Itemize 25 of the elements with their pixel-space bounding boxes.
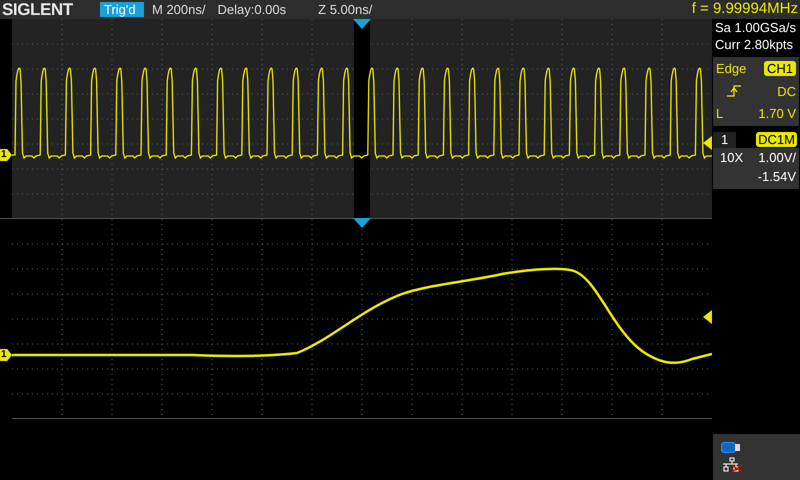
trigger-coupling: DC xyxy=(777,82,796,100)
delay-label: Delay:0.00s xyxy=(217,0,286,19)
trigger-level-icon xyxy=(703,310,712,324)
level-label: L xyxy=(716,105,724,123)
channel-marker: 1 xyxy=(0,149,12,161)
trigger-panel[interactable]: Edge CH1 DC L 1.70 V xyxy=(713,57,799,126)
zoom-timebase-label: Z 5.00ns/ xyxy=(318,0,372,19)
vertical-offset: -1.54V xyxy=(758,168,797,186)
trigger-level-readout: 1.70 V xyxy=(758,105,796,123)
trigger-status: Trig'd xyxy=(100,2,144,17)
memory-depth-readout: Curr 2.80kpts xyxy=(714,36,794,53)
sample-rate-readout: Sa 1.00GSa/s xyxy=(714,19,797,36)
vertical-scale: 1.00V/ xyxy=(758,148,796,166)
channel-coupling: DC1M xyxy=(756,132,797,147)
rising-edge-icon xyxy=(726,84,742,98)
trigger-source: CH1 xyxy=(764,61,796,76)
brand-logo: SIGLENT xyxy=(1,0,74,19)
usb-drive-icon xyxy=(721,442,741,453)
frequency-readout: f = 9.99994MHz xyxy=(692,0,799,20)
probe-ratio: 10X xyxy=(720,148,744,166)
channel-number: 1 xyxy=(713,132,736,148)
channel-marker: 1 xyxy=(0,349,12,361)
trigger-type: Edge xyxy=(716,60,746,78)
channel-panel[interactable]: 1 DC1M 10X 1.00V/ -1.54V xyxy=(713,132,799,188)
timebase-label: M 200ns/ xyxy=(152,0,206,19)
